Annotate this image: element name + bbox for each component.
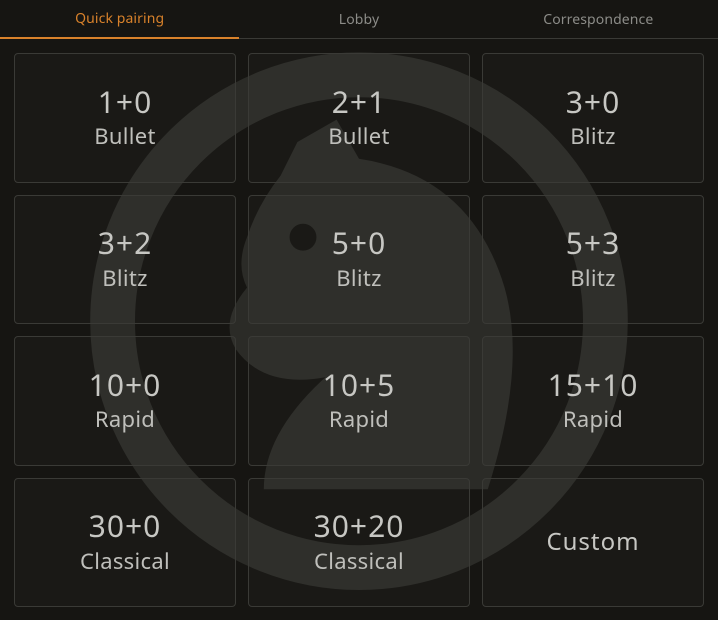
category: Rapid	[95, 404, 155, 434]
time-control: 30+20	[314, 509, 405, 544]
time-control: 5+0	[332, 226, 386, 261]
pairing-tile-custom[interactable]: Custom	[482, 478, 704, 608]
pairing-tile-3-2-blitz[interactable]: 3+2 Blitz	[14, 195, 236, 325]
pairing-grid: 1+0 Bullet 2+1 Bullet 3+0 Blitz 3+2 Blit…	[0, 39, 718, 620]
custom-label: Custom	[546, 528, 639, 556]
tab-correspondence[interactable]: Correspondence	[479, 0, 718, 38]
tab-label: Correspondence	[543, 10, 653, 29]
time-control: 2+1	[332, 85, 386, 120]
time-control: 30+0	[89, 509, 162, 544]
pairing-tile-3-0-blitz[interactable]: 3+0 Blitz	[482, 53, 704, 183]
pairing-tile-15-10-rapid[interactable]: 15+10 Rapid	[482, 336, 704, 466]
time-control: 1+0	[98, 85, 152, 120]
pairing-tile-10-5-rapid[interactable]: 10+5 Rapid	[248, 336, 470, 466]
category: Blitz	[336, 263, 381, 293]
pairing-tile-5-3-blitz[interactable]: 5+3 Blitz	[482, 195, 704, 325]
tab-label: Lobby	[339, 10, 379, 29]
tab-lobby[interactable]: Lobby	[239, 0, 478, 38]
pairing-tile-30-0-classical[interactable]: 30+0 Classical	[14, 478, 236, 608]
category: Rapid	[329, 404, 389, 434]
pairing-tile-1-0-bullet[interactable]: 1+0 Bullet	[14, 53, 236, 183]
quick-pairing-panel: Quick pairing Lobby Correspondence 1+0 B…	[0, 0, 718, 620]
pairing-tile-30-20-classical[interactable]: 30+20 Classical	[248, 478, 470, 608]
pairing-tile-5-0-blitz[interactable]: 5+0 Blitz	[248, 195, 470, 325]
pairing-tile-2-1-bullet[interactable]: 2+1 Bullet	[248, 53, 470, 183]
time-control: 5+3	[566, 226, 620, 261]
category: Bullet	[328, 121, 389, 151]
time-control: 10+5	[323, 368, 396, 403]
time-control: 3+2	[98, 226, 152, 261]
lobby-tabs: Quick pairing Lobby Correspondence	[0, 0, 718, 39]
category: Bullet	[94, 121, 155, 151]
category: Blitz	[570, 263, 615, 293]
tab-label: Quick pairing	[75, 9, 164, 28]
pairing-tile-10-0-rapid[interactable]: 10+0 Rapid	[14, 336, 236, 466]
category: Blitz	[102, 263, 147, 293]
category: Blitz	[570, 121, 615, 151]
tab-quick-pairing[interactable]: Quick pairing	[0, 0, 239, 39]
category: Classical	[314, 546, 404, 576]
category: Rapid	[563, 404, 623, 434]
time-control: 10+0	[89, 368, 162, 403]
category: Classical	[80, 546, 170, 576]
time-control: 3+0	[566, 85, 620, 120]
time-control: 15+10	[548, 368, 639, 403]
